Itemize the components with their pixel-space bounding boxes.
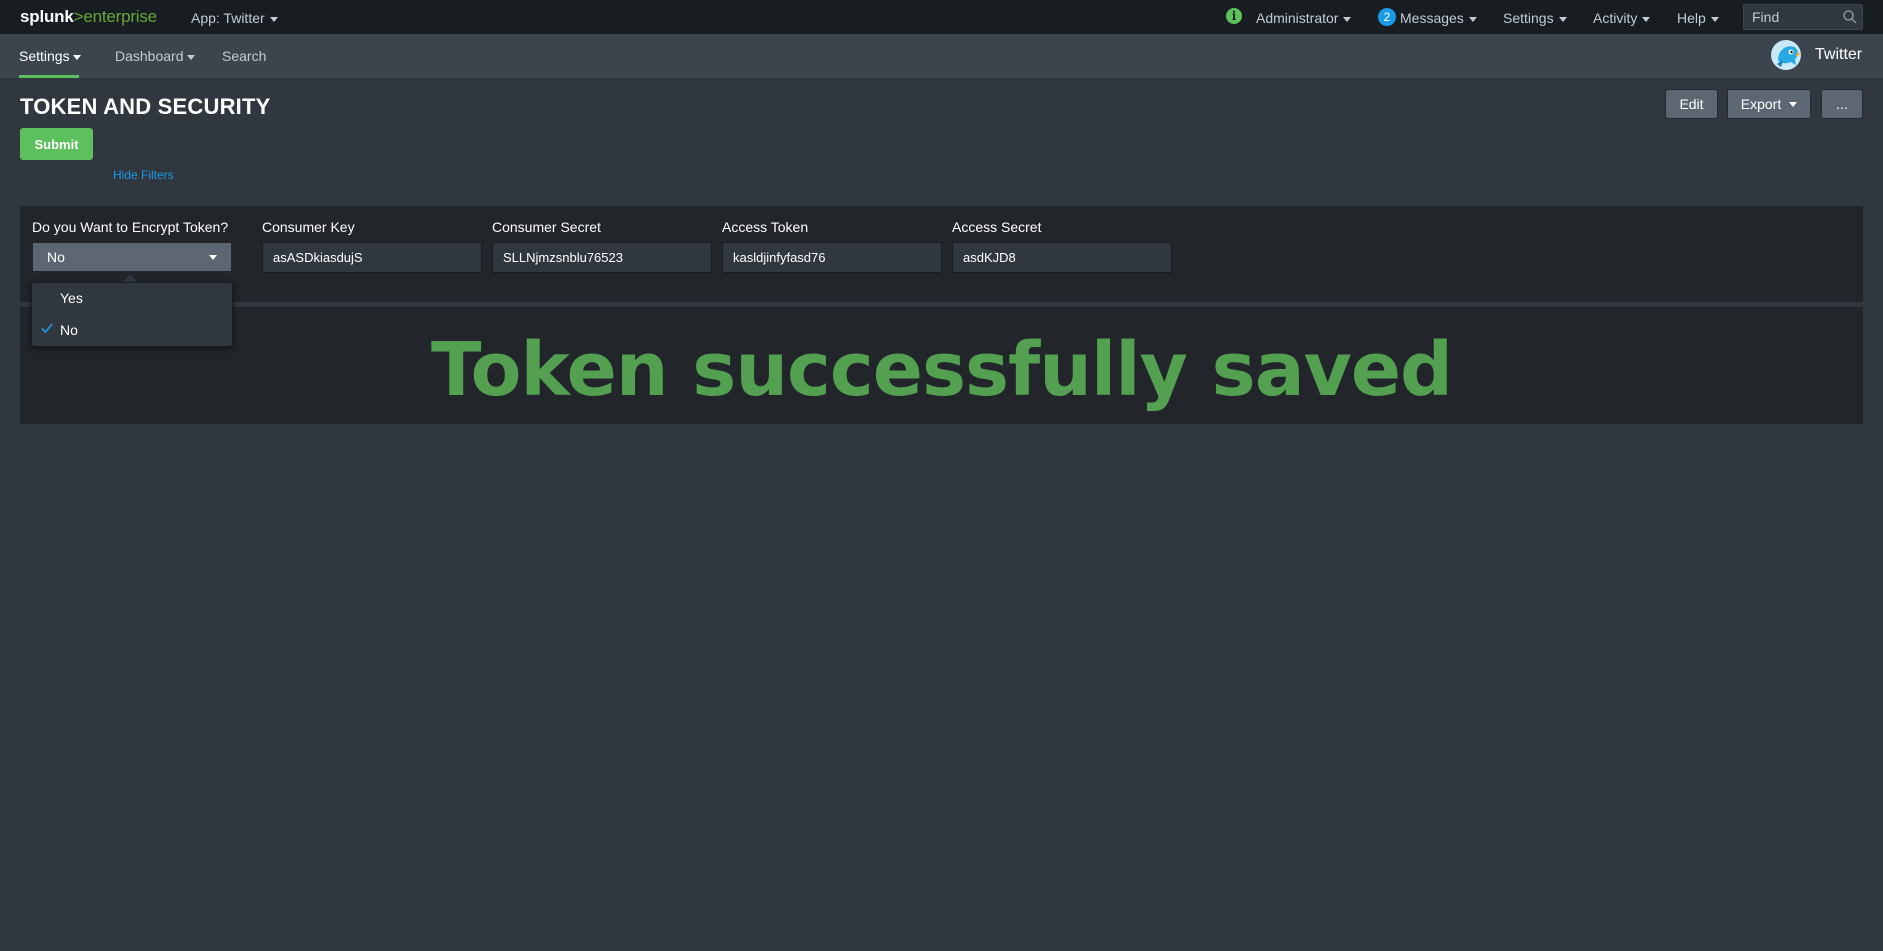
chevron-down-icon (1558, 16, 1567, 22)
edit-button[interactable]: Edit (1665, 89, 1718, 119)
submit-button[interactable]: Submit (20, 128, 93, 160)
export-button[interactable]: Export (1727, 89, 1811, 119)
top-bar: splunk>enterprise App: Twitter i Adminis… (0, 0, 1883, 34)
help-menu[interactable]: Help (1677, 10, 1719, 26)
option-yes[interactable]: Yes (60, 290, 83, 306)
access-secret-label: Access Secret (952, 219, 1042, 235)
more-actions-button[interactable]: ... (1821, 89, 1863, 119)
option-no[interactable]: No (60, 322, 78, 338)
page-title: TOKEN AND SECURITY (20, 94, 271, 119)
success-message: Token successfully saved (430, 327, 1453, 413)
activity-menu[interactable]: Activity (1593, 10, 1651, 26)
logo-enterprise-text: enterprise (83, 7, 157, 26)
messages-menu[interactable]: Messages (1400, 10, 1477, 26)
active-nav-indicator (19, 75, 79, 78)
access-token-label: Access Token (722, 219, 809, 235)
splunk-logo[interactable]: splunk>enterprise (20, 7, 157, 27)
export-label: Export (1740, 96, 1782, 112)
chevron-down-icon (72, 54, 81, 60)
chevron-down-icon (1642, 16, 1651, 22)
nav-dashboard-label: Dashboard (115, 48, 184, 64)
settings-label: Settings (1503, 10, 1554, 26)
administrator-menu[interactable]: Administrator (1256, 10, 1352, 26)
chevron-down-icon (269, 16, 278, 22)
help-label: Help (1677, 10, 1706, 26)
twitter-bird-icon (1771, 40, 1802, 70)
chevron-down-icon (1343, 16, 1352, 22)
encrypt-token-label: Do you Want to Encrypt Token? (32, 219, 229, 235)
chevron-down-icon (1468, 16, 1477, 22)
chevron-down-icon (1710, 16, 1719, 22)
administrator-label: Administrator (1256, 10, 1339, 26)
nav-search[interactable]: Search (222, 48, 266, 64)
result-panel: Token successfully saved (20, 307, 1863, 424)
encrypt-token-value: No (47, 249, 65, 265)
messages-label: Messages (1400, 10, 1464, 26)
consumer-key-label: Consumer Key (262, 219, 355, 235)
app-menu-label: App: Twitter (191, 10, 265, 26)
consumer-secret-label: Consumer Secret (492, 219, 601, 235)
access-secret-input[interactable] (952, 242, 1172, 273)
consumer-secret-input[interactable] (492, 242, 712, 273)
chevron-down-icon (186, 54, 195, 60)
info-icon[interactable]: i (1226, 8, 1242, 24)
logo-gt-text: > (73, 7, 84, 26)
chevron-down-icon (1789, 101, 1798, 107)
app-menu[interactable]: App: Twitter (191, 10, 278, 26)
hide-filters-link[interactable]: Hide Filters (113, 168, 174, 182)
messages-count-badge[interactable]: 2 (1378, 8, 1396, 26)
app-name: Twitter (1815, 46, 1863, 63)
access-token-input[interactable] (722, 242, 942, 273)
settings-menu[interactable]: Settings (1503, 10, 1567, 26)
encrypt-token-options-popup: Yes No (31, 282, 233, 347)
chevron-down-icon (209, 255, 217, 260)
nav-settings[interactable]: Settings (19, 48, 81, 64)
logo-splunk-text: splunk (20, 7, 74, 26)
checkmark-icon (41, 323, 53, 334)
search-icon[interactable] (1842, 9, 1858, 25)
encrypt-token-dropdown[interactable]: No (32, 242, 232, 272)
nav-settings-label: Settings (19, 48, 70, 64)
nav-dashboard[interactable]: Dashboard (115, 48, 195, 64)
activity-label: Activity (1593, 10, 1638, 26)
app-bar: Settings Dashboard Search Twitter (0, 34, 1883, 78)
consumer-key-input[interactable] (262, 242, 482, 273)
